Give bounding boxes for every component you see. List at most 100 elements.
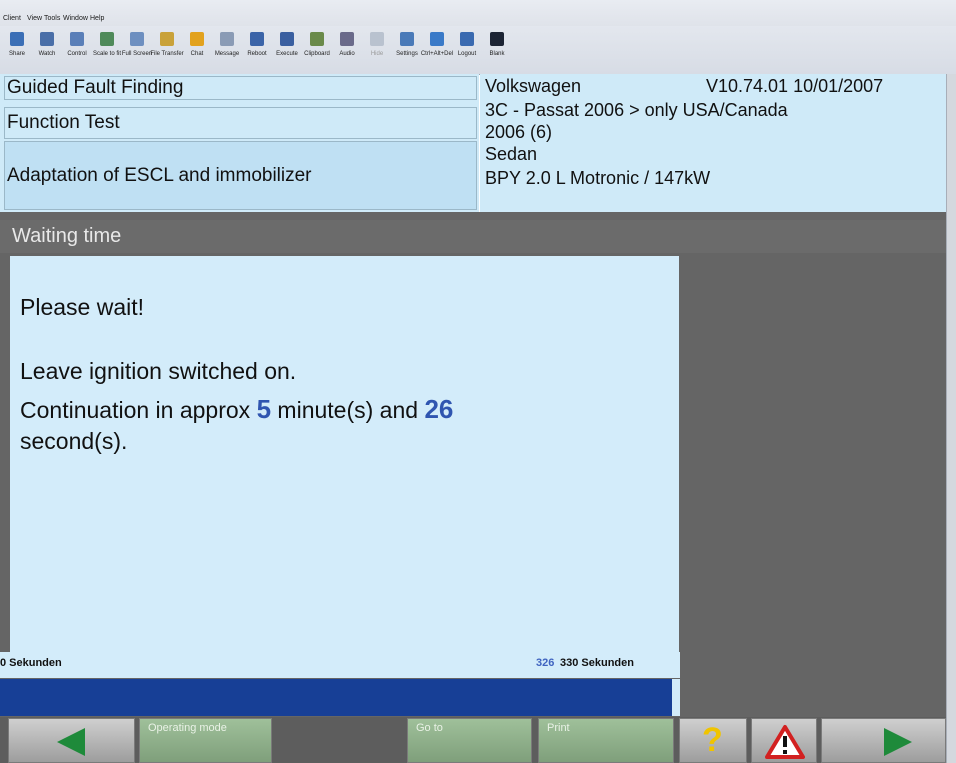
message-seconds-word: second(s). [20, 428, 128, 454]
blank-icon [490, 32, 504, 46]
toolbar-label: Control [67, 51, 87, 57]
arrow-left-icon [57, 728, 85, 756]
navigation-header: Guided Fault Finding Function Test Adapt… [0, 74, 479, 212]
fullscreen-icon [130, 32, 144, 46]
hide-icon [370, 32, 384, 46]
print-label: Print [547, 722, 570, 734]
toolbar-clipboard-button[interactable]: Clipboard [300, 32, 334, 57]
toolbar-control-button[interactable]: Control [60, 32, 94, 57]
toolbar-logout-button[interactable]: Logout [450, 32, 484, 57]
software-version: V10.74.01 10/01/2007 [706, 76, 884, 96]
continuation-mid: minute(s) and [271, 397, 425, 423]
toolbar-label: Clipboard [304, 51, 330, 57]
toolbar-label: Reboot [247, 51, 267, 57]
toolbar-label: Logout [457, 51, 477, 57]
toolbar-audio-button[interactable]: Audio [330, 32, 364, 57]
file-transfer-icon [160, 32, 174, 46]
operating-mode-label: Operating mode [148, 722, 227, 734]
toolbar-label: Settings [396, 51, 418, 57]
execute-icon [280, 32, 294, 46]
window-scrollbar[interactable] [946, 74, 956, 763]
ctrl-alt-del-icon [430, 32, 444, 46]
toolbar-watch-button[interactable]: Watch [30, 32, 64, 57]
vehicle-body: Sedan [485, 144, 538, 164]
toolbar-label: Hide [370, 51, 384, 57]
toolbar-label: Execute [276, 51, 298, 57]
toolbar-execute-button[interactable]: Execute [270, 32, 304, 57]
back-button[interactable] [8, 718, 135, 763]
menu-tools[interactable]: Tools [44, 15, 60, 22]
go-to-button[interactable]: Go to [407, 718, 532, 763]
toolbar: Share Watch Control Scale to fit Full Screen… [0, 26, 956, 75]
menu-window[interactable]: Window [63, 15, 88, 22]
test-title[interactable]: Function Test [4, 107, 477, 139]
audio-icon [340, 32, 354, 46]
logout-icon [460, 32, 474, 46]
vehicle-year: 2006 (6) [485, 122, 553, 142]
message-please-wait: Please wait! [20, 294, 145, 320]
toolbar-reboot-button[interactable]: Reboot [240, 32, 274, 57]
warning-triangle-icon [765, 725, 805, 759]
control-icon [70, 32, 84, 46]
toolbar-label: Watch [38, 51, 56, 57]
toolbar-settings-button[interactable]: Settings [390, 32, 424, 57]
watch-icon [40, 32, 54, 46]
progress-start-label: 0 Sekunden [0, 657, 62, 669]
toolbar-label: Share [8, 51, 25, 57]
toolbar-label: Full Screen [121, 51, 153, 57]
clipboard-icon [310, 32, 324, 46]
seconds-value: 26 [424, 394, 454, 424]
toolbar-file-transfer-button[interactable]: File Transfer [150, 32, 184, 57]
progress-bar [0, 679, 672, 716]
warning-button[interactable] [751, 718, 817, 763]
share-icon [10, 32, 24, 46]
settings-icon [400, 32, 414, 46]
toolbar-label: Scale to fit [92, 51, 121, 57]
vehicle-model: 3C - Passat 2006 > only USA/Canada [485, 100, 788, 120]
toolbar-hide-button[interactable]: Hide [360, 32, 394, 57]
toolbar-share-button[interactable]: Share [0, 32, 34, 57]
message-icon [220, 32, 234, 46]
menu-help[interactable]: Help [90, 15, 104, 22]
scale-icon [100, 32, 114, 46]
message-ignition: Leave ignition switched on. [20, 358, 297, 384]
progress-labels: 0 Sekunden 326 330 Sekunden [0, 652, 680, 678]
progress-current-value: 326 [536, 657, 555, 669]
toolbar-ctrl-alt-del-button[interactable]: Ctrl+Alt+Del [420, 32, 454, 57]
toolbar-label: Message [214, 51, 240, 57]
progress-remaining [672, 679, 680, 716]
help-button[interactable]: ? [679, 718, 747, 763]
go-to-label: Go to [416, 722, 443, 734]
arrow-right-icon [884, 728, 912, 756]
reboot-icon [250, 32, 264, 46]
menu-bar: Client View Tools Window Help [0, 0, 956, 26]
toolbar-label: File Transfer [150, 51, 184, 57]
message-panel: Please wait! Leave ignition switched on.… [10, 256, 679, 652]
progress-end-label: 330 Sekunden [560, 657, 634, 669]
toolbar-blank-button[interactable]: Blank [480, 32, 514, 57]
operating-mode-button[interactable]: Operating mode [139, 718, 272, 763]
menu-view[interactable]: View [27, 15, 42, 22]
toolbar-fullscreen-button[interactable]: Full Screen [120, 32, 154, 57]
toolbar-scale-button[interactable]: Scale to fit [90, 32, 124, 57]
vehicle-engine: BPY 2.0 L Motronic / 147kW [485, 168, 711, 188]
procedure-title[interactable]: Adaptation of ESCL and immobilizer [4, 141, 477, 210]
print-button[interactable]: Print [538, 718, 674, 763]
continuation-prefix: Continuation in approx [20, 397, 257, 423]
toolbar-message-button[interactable]: Message [210, 32, 244, 57]
menu-client[interactable]: Client [3, 15, 21, 22]
forward-button[interactable] [821, 718, 946, 763]
toolbar-label: Chat [190, 51, 204, 57]
mode-title[interactable]: Guided Fault Finding [4, 76, 477, 100]
toolbar-label: Audio [339, 51, 355, 57]
minutes-value: 5 [256, 394, 272, 424]
vehicle-info: Volkswagen V10.74.01 10/01/2007 3C - Pas… [480, 74, 946, 212]
question-icon: ? [702, 721, 723, 759]
toolbar-chat-button[interactable]: Chat [180, 32, 214, 57]
toolbar-label: Blank [489, 51, 505, 57]
message-continuation: Continuation in approx 5 minute(s) and 2… [20, 394, 453, 425]
toolbar-label: Ctrl+Alt+Del [420, 51, 454, 57]
section-title: Waiting time [0, 220, 946, 253]
chat-icon [190, 32, 204, 46]
vehicle-make: Volkswagen [485, 76, 582, 96]
